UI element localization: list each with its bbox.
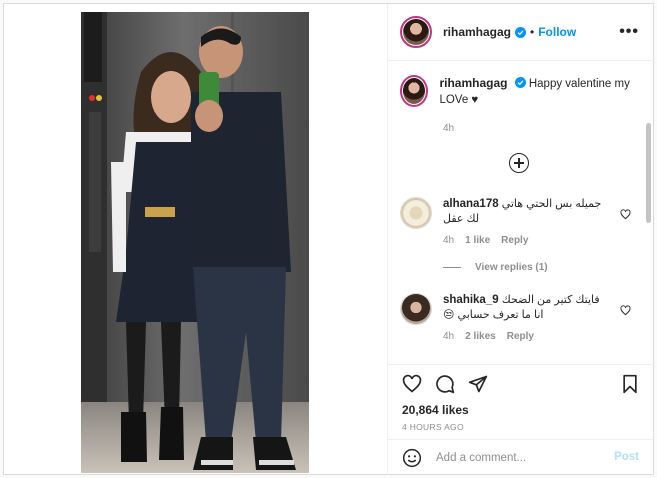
post-header: rihamhagag • Follow ••• xyxy=(388,4,653,61)
author-avatar[interactable] xyxy=(400,16,432,48)
caption-text-block: rihamhagag Happy valentine my LOVe ♥ xyxy=(439,75,640,108)
caption-timestamp: 4h xyxy=(443,123,455,134)
post-media-panel xyxy=(4,4,388,474)
post-caption: rihamhagag Happy valentine my LOVe ♥ xyxy=(400,75,640,108)
replies-divider xyxy=(443,267,461,268)
comment-composer: Post xyxy=(388,439,653,475)
smiley-icon[interactable] xyxy=(402,448,422,468)
commenter-avatar[interactable] xyxy=(400,197,432,229)
post-side-panel: rihamhagag • Follow ••• rihamhagag Happy… xyxy=(388,4,653,474)
commenter-avatar[interactable] xyxy=(400,293,432,325)
comment-likes[interactable]: 2 likes xyxy=(465,331,496,342)
comment-likes[interactable]: 1 like xyxy=(465,235,490,246)
heart-icon[interactable] xyxy=(402,374,422,394)
comment-heart-icon[interactable] xyxy=(620,209,631,220)
comments-section[interactable]: rihamhagag Happy valentine my LOVe ♥ 4h … xyxy=(388,61,653,364)
comments-scrollbar[interactable] xyxy=(646,123,651,223)
caption-heart: ♥ xyxy=(471,94,479,106)
follow-button[interactable]: Follow xyxy=(538,25,576,39)
actions-bar: 20,864 likes 4 HOURS AGO xyxy=(388,364,653,436)
header-separator: • xyxy=(530,25,535,39)
paper-plane-icon[interactable] xyxy=(468,374,488,394)
comment-meta: 4h 2 likes Reply xyxy=(443,331,645,342)
post-comment-button[interactable]: Post xyxy=(614,451,639,463)
more-options-button[interactable]: ••• xyxy=(619,24,639,40)
add-comment-input[interactable] xyxy=(436,451,606,464)
post-photo[interactable] xyxy=(81,12,309,473)
caption-username[interactable]: rihamhagag xyxy=(439,76,507,90)
verified-badge-icon xyxy=(515,26,527,38)
commenter-username[interactable]: shahika_9 xyxy=(443,294,499,306)
comment-bubble-icon[interactable] xyxy=(435,374,455,394)
view-replies-button[interactable]: View replies (1) xyxy=(443,262,645,273)
action-icons xyxy=(402,374,488,394)
post-timestamp[interactable]: 4 HOURS AGO xyxy=(402,422,464,432)
author-username[interactable]: rihamhagag xyxy=(443,25,511,39)
comment-item: alhana178 جميله بس الحتي هاتي لك عقل 4h … xyxy=(400,197,645,273)
comment-body: alhana178 جميله بس الحتي هاتي لك عقل xyxy=(443,197,608,229)
reply-button[interactable]: Reply xyxy=(501,235,528,246)
comment-body: shahika_9 فايتك كتير من الضحك انا ما تعر… xyxy=(443,293,608,325)
post-card: rihamhagag • Follow ••• rihamhagag Happy… xyxy=(3,3,654,475)
comment-item: shahika_9 فايتك كتير من الضحك انا ما تعر… xyxy=(400,293,645,342)
post-photo-image xyxy=(81,12,309,473)
comment-heart-icon[interactable] xyxy=(620,305,631,316)
bookmark-icon[interactable] xyxy=(621,374,639,394)
commenter-username[interactable]: alhana178 xyxy=(443,198,499,210)
view-replies-label: View replies (1) xyxy=(475,262,548,273)
caption-author-avatar[interactable] xyxy=(400,75,429,107)
verified-badge-icon xyxy=(514,77,526,88)
comment-timestamp: 4h xyxy=(443,331,455,342)
comment-meta: 4h 1 like Reply xyxy=(443,235,645,246)
plus-circle-icon[interactable] xyxy=(509,153,529,173)
reply-button[interactable]: Reply xyxy=(507,331,534,342)
likes-count[interactable]: 20,864 likes xyxy=(402,403,469,417)
comment-timestamp: 4h xyxy=(443,235,455,246)
